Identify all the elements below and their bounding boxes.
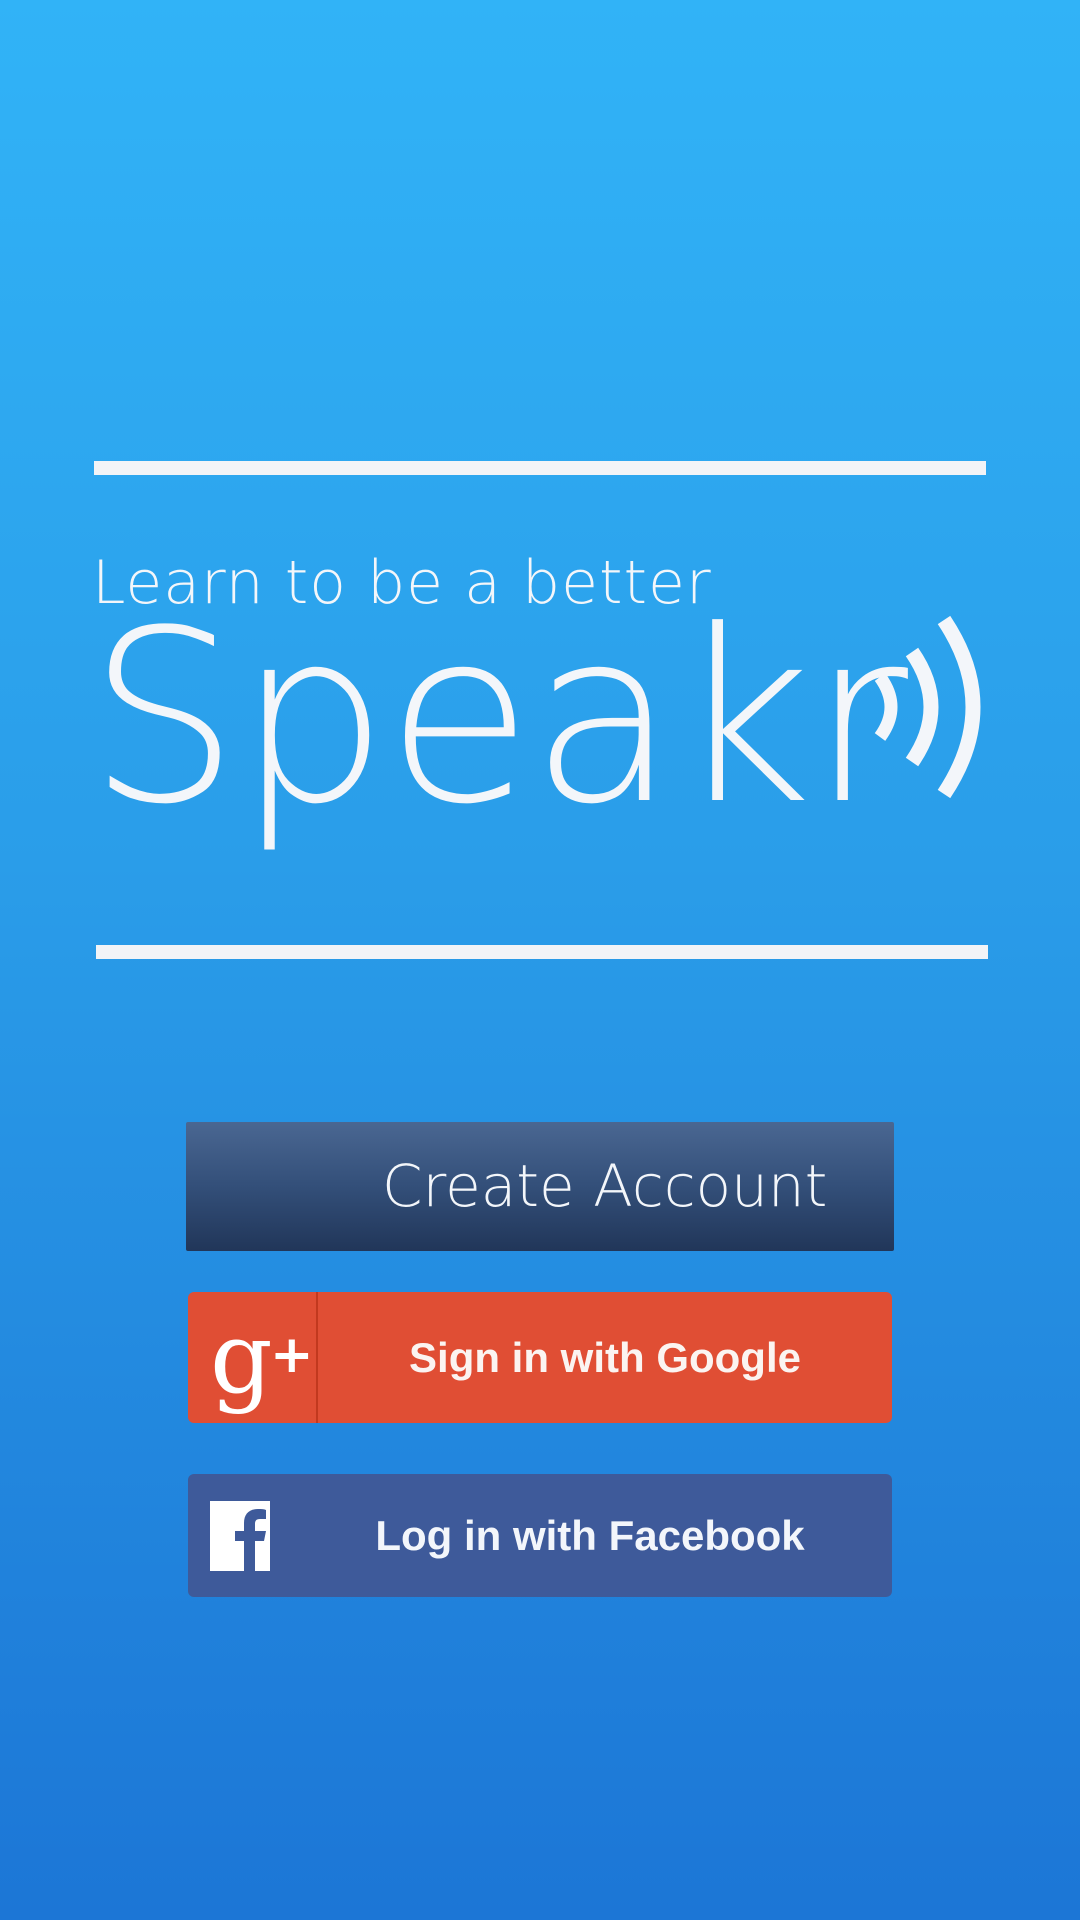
svg-text:g: g	[210, 1302, 273, 1416]
google-signin-button[interactable]: g + Sign in with Google	[188, 1292, 892, 1423]
top-divider	[94, 461, 986, 475]
facebook-icon	[210, 1501, 270, 1571]
google-plus-icon: g +	[210, 1302, 314, 1416]
facebook-login-label: Log in with Facebook	[375, 1512, 805, 1559]
svg-text:+: +	[270, 1325, 314, 1385]
sound-waves-icon	[874, 615, 981, 799]
bottom-divider	[96, 945, 988, 959]
facebook-login-button[interactable]: Log in with Facebook	[188, 1474, 892, 1597]
google-signin-label: Sign in with Google	[409, 1334, 801, 1381]
app-logo-text: Speakr	[88, 580, 908, 857]
create-account-button[interactable]: Create Account	[186, 1122, 894, 1251]
google-icon-box: g +	[188, 1292, 318, 1423]
create-account-label: Create Account	[382, 1152, 828, 1220]
